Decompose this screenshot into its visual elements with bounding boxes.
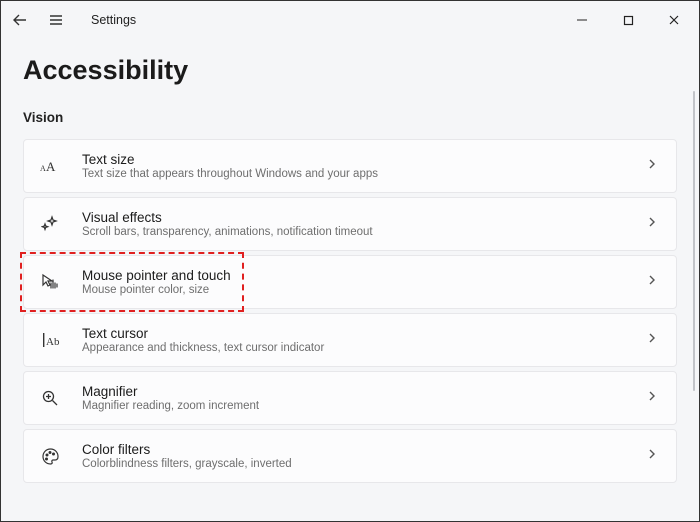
chevron-right-icon: [646, 157, 658, 175]
card-subtitle: Scroll bars, transparency, animations, n…: [82, 226, 646, 238]
card-subtitle: Appearance and thickness, text cursor in…: [82, 342, 646, 354]
text-size-icon: AA: [36, 152, 64, 180]
section-header-vision: Vision: [23, 110, 677, 125]
svg-text:A: A: [46, 159, 56, 174]
magnifier-icon: [36, 384, 64, 412]
card-title: Color filters: [82, 442, 646, 457]
close-button[interactable]: [651, 5, 697, 35]
setting-text-size[interactable]: AA Text size Text size that appears thro…: [23, 139, 677, 193]
setting-magnifier[interactable]: Magnifier Magnifier reading, zoom increm…: [23, 371, 677, 425]
back-icon[interactable]: [11, 11, 29, 29]
chevron-right-icon: [646, 447, 658, 465]
scrollbar[interactable]: [693, 91, 695, 391]
maximize-button[interactable]: [605, 5, 651, 35]
minimize-button[interactable]: [559, 5, 605, 35]
setting-color-filters[interactable]: Color filters Colorblindness filters, gr…: [23, 429, 677, 483]
chevron-right-icon: [646, 331, 658, 349]
mouse-pointer-icon: [36, 268, 64, 296]
card-title: Text size: [82, 152, 646, 167]
card-subtitle: Magnifier reading, zoom increment: [82, 400, 646, 412]
setting-text-cursor[interactable]: Ab Text cursor Appearance and thickness,…: [23, 313, 677, 367]
chevron-right-icon: [646, 215, 658, 233]
window-title: Settings: [91, 13, 136, 27]
card-title: Magnifier: [82, 384, 646, 399]
card-subtitle: Text size that appears throughout Window…: [82, 168, 646, 180]
card-subtitle: Mouse pointer color, size: [82, 284, 646, 296]
text-cursor-icon: Ab: [36, 326, 64, 354]
page-content: Accessibility Vision AA Text size Text s…: [1, 55, 699, 483]
setting-mouse-pointer-touch[interactable]: Mouse pointer and touch Mouse pointer co…: [23, 255, 677, 309]
sparkle-icon: [36, 210, 64, 238]
card-subtitle: Colorblindness filters, grayscale, inver…: [82, 458, 646, 470]
chevron-right-icon: [646, 389, 658, 407]
card-title: Mouse pointer and touch: [82, 268, 646, 283]
setting-visual-effects[interactable]: Visual effects Scroll bars, transparency…: [23, 197, 677, 251]
card-title: Visual effects: [82, 210, 646, 225]
hamburger-icon[interactable]: [47, 11, 65, 29]
titlebar: Settings: [1, 1, 699, 39]
svg-text:Ab: Ab: [46, 336, 60, 348]
palette-icon: [36, 442, 64, 470]
card-title: Text cursor: [82, 326, 646, 341]
page-title: Accessibility: [23, 55, 677, 86]
chevron-right-icon: [646, 273, 658, 291]
